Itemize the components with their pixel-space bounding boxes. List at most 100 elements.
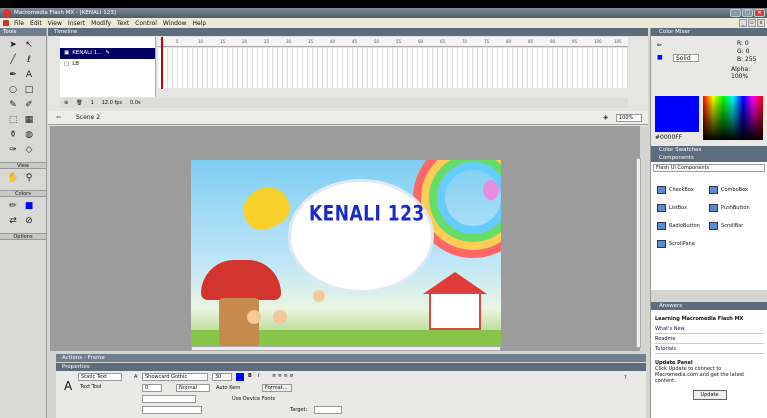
text-options-select[interactable] (142, 395, 196, 403)
letter-spacing-field[interactable]: 0 (142, 384, 162, 392)
frame-grid[interactable] (158, 48, 628, 88)
eraser-tool-icon[interactable]: ◇ (22, 144, 36, 157)
layer-row[interactable]: ▢ LB (60, 59, 155, 70)
swap-colors-icon[interactable]: ⇄ (6, 215, 20, 228)
line-tool-icon[interactable]: ╱ (6, 54, 20, 67)
stage-canvas[interactable]: KENALI 123 (191, 160, 501, 346)
lasso-tool-icon[interactable]: ℓ (22, 54, 36, 67)
close-button[interactable]: ✕ (754, 9, 765, 17)
actions-panel-header[interactable]: Actions - Frame (56, 354, 646, 362)
add-layer-icon[interactable]: ⊕ (64, 98, 68, 108)
zoom-tool-icon[interactable]: ⚲ (22, 172, 36, 185)
playhead[interactable] (161, 37, 163, 89)
fill-color-icon[interactable]: ■ (22, 200, 36, 213)
component-label: PushButton (721, 205, 750, 211)
component-item[interactable]: ScrollBar (709, 222, 743, 230)
red-value[interactable]: R: 0 (737, 40, 749, 47)
back-arrow-icon[interactable]: ⇦ (56, 111, 61, 125)
component-item[interactable]: ListBox (657, 204, 687, 212)
menu-file[interactable]: File (14, 20, 24, 27)
minimize-button[interactable]: – (730, 9, 741, 17)
fill-icon[interactable]: ■ (657, 54, 663, 61)
color-spectrum[interactable] (703, 96, 763, 140)
menu-insert[interactable]: Insert (68, 20, 85, 27)
ink-bottle-tool-icon[interactable]: ⚱ (6, 129, 20, 142)
font-size-field[interactable]: 30 (212, 373, 232, 381)
component-item[interactable]: PushButton (709, 204, 750, 212)
fill-type-select[interactable]: Solid (673, 54, 699, 62)
delete-layer-icon[interactable]: 🗑 (76, 98, 82, 108)
eyedropper-tool-icon[interactable]: ✑ (6, 144, 20, 157)
hex-value[interactable]: #0000FF (655, 134, 682, 141)
fill-transform-tool-icon[interactable]: ▦ (22, 114, 36, 127)
auto-kern-checkbox[interactable]: Auto Kern (216, 385, 240, 391)
flash-app-icon (3, 9, 11, 17)
color-swatches-header[interactable]: Color Swatches (651, 146, 767, 154)
layer-row[interactable]: ▣ KENALI 1... ✎ (60, 48, 155, 59)
color-mixer-header[interactable]: Color Mixer (651, 28, 767, 36)
doc-restore-button[interactable]: ▫ (748, 19, 756, 27)
doc-minimize-button[interactable]: _ (739, 19, 747, 27)
text-type-select[interactable]: Static Text (78, 373, 122, 381)
paint-bucket-tool-icon[interactable]: ◍ (22, 129, 36, 142)
pencil-tool-icon[interactable]: ✎ (6, 99, 20, 112)
doc-close-button[interactable]: x (757, 19, 765, 27)
ruler-tick: 15 (220, 39, 226, 44)
hand-tool-icon[interactable]: ✋ (6, 172, 20, 185)
menu-window[interactable]: Window (163, 20, 187, 27)
device-fonts-checkbox[interactable]: Use Device Fonts (232, 396, 275, 402)
stage-area: KENALI 123 (50, 126, 640, 351)
free-transform-tool-icon[interactable]: ⬚ (6, 114, 20, 127)
stroke-icon[interactable]: ✏ (657, 42, 662, 49)
italic-button[interactable]: I (258, 373, 259, 379)
timeline-header[interactable]: Timeline (48, 28, 648, 36)
alpha-value[interactable]: Alpha: 100% (731, 66, 767, 80)
component-item[interactable]: ScrollPane (657, 240, 695, 248)
brush-tool-icon[interactable]: ✐ (22, 99, 36, 112)
component-item[interactable]: ComboBox (709, 186, 748, 194)
edit-symbol-icon[interactable]: ◈ (603, 111, 608, 125)
stage-title-text[interactable]: KENALI 123 (309, 202, 425, 227)
menu-edit[interactable]: Edit (30, 20, 42, 27)
maximize-button[interactable]: □ (742, 9, 753, 17)
stage-vertical-scrollbar[interactable] (636, 158, 641, 348)
target-select[interactable] (314, 406, 342, 414)
timeline-ruler[interactable]: 1 5 10 15 20 25 30 35 40 45 50 55 60 65 … (158, 37, 628, 47)
update-button[interactable]: Update (692, 390, 727, 400)
menu-text[interactable]: Text (117, 20, 129, 27)
text-color-swatch[interactable] (236, 373, 244, 381)
subselect-tool-icon[interactable]: ↖ (22, 39, 36, 52)
properties-panel-header[interactable]: Properties (56, 363, 646, 371)
font-select[interactable]: Showcard Gothic (142, 373, 208, 381)
url-field[interactable] (142, 406, 202, 414)
stage-horizontal-scrollbar[interactable] (191, 346, 501, 351)
answers-link-whats-new[interactable]: What's New (655, 324, 764, 334)
align-buttons-icon[interactable]: ≡ ≡ ≡ ≡ (272, 373, 294, 379)
menu-control[interactable]: Control (135, 20, 157, 27)
text-tool-icon[interactable]: A (22, 69, 36, 82)
help-icon[interactable]: ? (624, 375, 627, 381)
green-value[interactable]: G: 0 (737, 48, 749, 55)
menu-modify[interactable]: Modify (91, 20, 111, 27)
pen-tool-icon[interactable]: ✒ (6, 69, 20, 82)
components-header[interactable]: Components (651, 154, 767, 162)
stroke-color-icon[interactable]: ✏ (6, 200, 20, 213)
answers-link-tutorials[interactable]: Tutorials (655, 344, 764, 354)
arrow-tool-icon[interactable]: ➤ (6, 39, 20, 52)
blue-value[interactable]: B: 255 (737, 56, 757, 63)
kerning-select[interactable]: Normal (176, 384, 210, 392)
bold-button[interactable]: B (248, 373, 252, 379)
format-button[interactable]: Format... (262, 384, 292, 392)
answers-link-readme[interactable]: Readme (655, 334, 764, 344)
document-icon[interactable] (3, 20, 9, 26)
menu-help[interactable]: Help (193, 20, 207, 27)
answers-header[interactable]: Answers (651, 302, 767, 310)
component-set-select[interactable]: Flash UI Components (653, 164, 765, 172)
component-item[interactable]: CheckBox (657, 186, 694, 194)
zoom-select[interactable]: 100% (616, 114, 642, 122)
no-color-icon[interactable]: ⊘ (22, 215, 36, 228)
menu-view[interactable]: View (48, 20, 62, 27)
oval-tool-icon[interactable]: ○ (6, 84, 20, 97)
component-item[interactable]: RadioButton (657, 222, 700, 230)
rectangle-tool-icon[interactable]: □ (22, 84, 36, 97)
